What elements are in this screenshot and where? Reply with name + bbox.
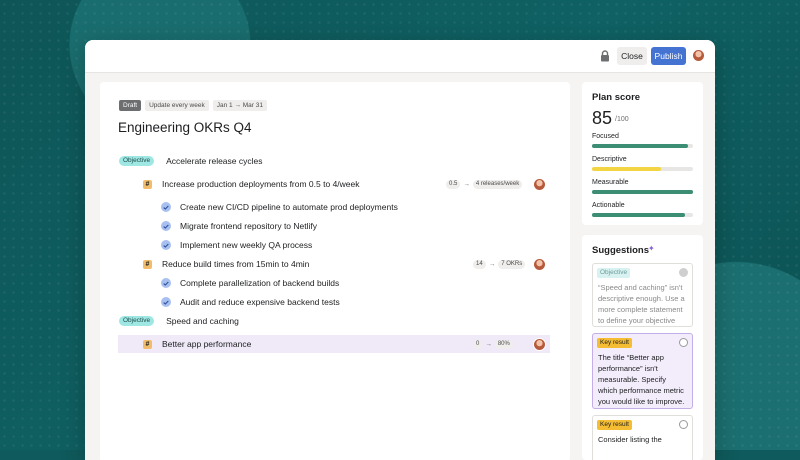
progress-target: 4 releases/week (472, 179, 523, 189)
suggestions-title: Suggestions (592, 245, 650, 256)
owner-avatar[interactable] (533, 337, 546, 351)
metric-bar-fill (592, 213, 685, 217)
plan-score-title: Plan score (592, 92, 641, 103)
suggestion-text: The title “Better app performance” isn't… (598, 353, 685, 406)
arrow-right-icon: → (488, 260, 496, 268)
suggestion-tag: Key result (597, 338, 632, 348)
key-result-progress[interactable]: 0 → 80% (473, 339, 513, 349)
suggestion-card-active[interactable]: Key result The title “Better app perform… (592, 333, 693, 409)
metric-bar (592, 213, 693, 217)
task-row[interactable]: Migrate frontend repository to Netlify (118, 217, 550, 235)
owner-avatar[interactable] (533, 257, 546, 271)
key-result-icon: # (143, 259, 152, 269)
objective-title[interactable]: Speed and caching (166, 316, 239, 326)
progress-start: 14 (473, 259, 486, 269)
metric-bar (592, 144, 693, 148)
checkmark-icon[interactable] (161, 221, 171, 231)
resolve-circle-icon[interactable] (679, 338, 688, 347)
top-toolbar: Close Publish (85, 40, 715, 73)
objective-row[interactable]: Objective Accelerate release cycles (118, 152, 550, 170)
progress-target: 80% (494, 339, 513, 349)
checkmark-icon[interactable] (161, 202, 171, 212)
user-avatar[interactable] (692, 49, 705, 62)
progress-target: 7 OKRs (498, 259, 526, 269)
metric-label: Descriptive (592, 156, 627, 163)
key-result-title[interactable]: Increase production deployments from 0.5… (162, 179, 360, 189)
close-button[interactable]: Close (617, 47, 647, 65)
key-result-row-selected[interactable]: # Better app performance 0 → 80% (118, 335, 550, 353)
page-title[interactable]: Engineering OKRs Q4 (118, 120, 252, 135)
key-result-row[interactable]: # Reduce build times from 15min to 4min … (118, 255, 550, 273)
key-result-icon: # (143, 179, 152, 189)
lock-icon[interactable] (600, 50, 610, 62)
progress-start: 0.5 (446, 179, 461, 189)
task-title[interactable]: Migrate frontend repository to Netlify (180, 221, 317, 231)
metric-bar-fill (592, 190, 693, 194)
checkmark-icon[interactable] (161, 297, 171, 307)
plan-score-value: 85 (592, 108, 613, 128)
plan-score-max: /100 (615, 116, 629, 123)
suggestion-card[interactable]: Key result Consider listing the (592, 415, 693, 460)
plan-score-card: Plan score 85 /100 Focused Descriptive M… (582, 82, 703, 225)
task-title[interactable]: Audit and reduce expensive backend tests (180, 297, 340, 307)
task-row[interactable]: Complete parallelization of backend buil… (118, 274, 550, 292)
resolve-circle-icon[interactable] (679, 420, 688, 429)
suggestion-text: “Speed and caching” isn't descriptive en… (598, 283, 685, 325)
objective-pill: Objective (119, 316, 155, 326)
resolved-check-icon[interactable] (679, 268, 688, 277)
task-row[interactable]: Implement new weekly QA process (118, 236, 550, 254)
metric-label: Measurable (592, 179, 629, 186)
metric-bar-fill (592, 167, 661, 171)
metric-label: Focused (592, 133, 619, 140)
draft-badge[interactable]: Draft (119, 100, 142, 111)
date-range-tag[interactable]: Jan 1 → Mar 31 (212, 100, 267, 111)
progress-start: 0 (473, 339, 483, 349)
metric-bar (592, 167, 693, 171)
key-result-title[interactable]: Reduce build times from 15min to 4min (162, 259, 309, 269)
sparkle-icon: ✦ (648, 244, 655, 253)
okr-editor: Draft Update every week Jan 1 → Mar 31 E… (100, 82, 570, 460)
owner-avatar[interactable] (533, 177, 546, 191)
update-frequency-tag[interactable]: Update every week (145, 100, 209, 111)
metric-bar-fill (592, 144, 688, 148)
arrow-right-icon: → (463, 180, 470, 188)
task-title[interactable]: Implement new weekly QA process (180, 240, 312, 250)
suggestion-tag: Key result (597, 420, 632, 430)
checkmark-icon[interactable] (161, 240, 171, 250)
suggestion-text: Consider listing the (598, 435, 662, 444)
app-window: Close Publish Draft Update every week Ja… (85, 40, 715, 460)
objective-pill: Objective (119, 156, 155, 166)
objective-row[interactable]: Objective Speed and caching (118, 312, 550, 330)
publish-button[interactable]: Publish (651, 47, 686, 65)
task-title[interactable]: Create new CI/CD pipeline to automate pr… (180, 202, 398, 212)
key-result-progress[interactable]: 0.5 → 4 releases/week (446, 179, 523, 189)
checkmark-icon[interactable] (161, 278, 171, 288)
suggestion-tag: Objective (597, 268, 631, 278)
key-result-title[interactable]: Better app performance (162, 339, 251, 349)
arrow-right-icon: → (485, 340, 492, 348)
objective-title[interactable]: Accelerate release cycles (166, 156, 262, 166)
metric-bar (592, 190, 693, 194)
metric-label: Actionable (592, 202, 625, 209)
task-row[interactable]: Audit and reduce expensive backend tests (118, 293, 550, 311)
key-result-progress[interactable]: 14 → 7 OKRs (473, 259, 526, 269)
key-result-icon: # (143, 339, 152, 349)
suggestion-card[interactable]: Objective “Speed and caching” isn't desc… (592, 263, 693, 327)
task-row[interactable]: Create new CI/CD pipeline to automate pr… (118, 198, 550, 216)
suggestions-panel: Suggestions ✦ Objective “Speed and cachi… (582, 235, 703, 460)
key-result-row[interactable]: # Increase production deployments from 0… (118, 175, 550, 193)
plan-tags: Draft Update every week Jan 1 → Mar 31 (119, 100, 267, 111)
task-title[interactable]: Complete parallelization of backend buil… (180, 278, 339, 288)
